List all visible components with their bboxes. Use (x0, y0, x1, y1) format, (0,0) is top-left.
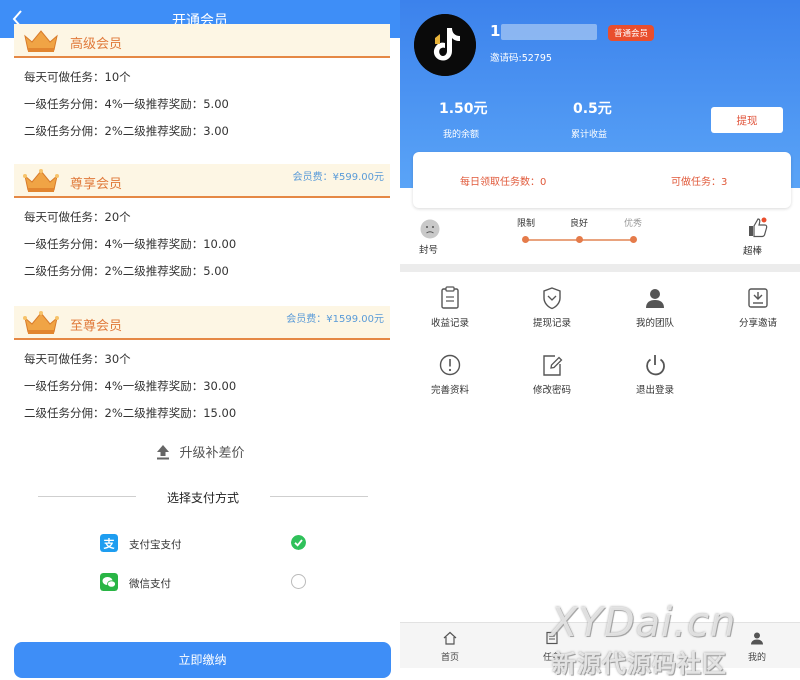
user-center-screen: 1 普通会员 邀请码:52795 1.50元 我的余额 0.5元 累计收益 提现… (400, 0, 800, 680)
tier-fee: 会员费：¥599.00元 (292, 172, 384, 183)
menu-change-password[interactable]: 修改密码 (510, 353, 594, 411)
username-redacted-bar (501, 24, 597, 40)
tier-row: 一级任务分佣：4%一级推荐奖励：5.00 (24, 97, 229, 111)
level-high-label: 超棒 (743, 246, 763, 257)
menu-label: 修改密码 (532, 385, 571, 396)
tab-mine[interactable]: 我的 (727, 631, 787, 663)
level-dot (576, 236, 583, 243)
tab-label: 我的 (747, 653, 766, 663)
balance-value: 1.50元 (439, 101, 488, 117)
menu-label: 提现记录 (532, 318, 571, 329)
wechat-icon (100, 573, 118, 591)
bottom-tab-bar: 首页 任务 我的 (400, 622, 800, 668)
avatar[interactable] (414, 14, 476, 76)
tab-home[interactable]: 首页 (420, 631, 480, 663)
menu-label: 收益记录 (430, 318, 469, 329)
tier-row: 每天可做任务：20个 (24, 210, 131, 224)
pay-option-label: 微信支付 (129, 578, 171, 590)
level-step-label: 限制 (517, 219, 536, 229)
level-step-label: 良好 (570, 219, 589, 229)
credit-level-bar: 封号 限制 良好 优秀 超棒 (400, 210, 800, 264)
tier-card-senior: 高级会员 每天可做任务：10个 一级任务分佣：4%一级推荐奖励：5.00 二级任… (14, 24, 390, 145)
tier-row: 二级任务分佣：2%二级推荐奖励：3.00 (24, 124, 229, 138)
earnings-value: 0.5元 (573, 101, 612, 117)
upload-icon (157, 444, 170, 459)
tier-name: 尊享会员 (70, 177, 123, 192)
menu-label: 退出登录 (635, 385, 674, 396)
tier-card-premium: 尊享会员 会员费：¥599.00元 每天可做任务：20个 一级任务分佣：4%一级… (14, 164, 390, 285)
daily-task-count: 每日领取任务数：0 (460, 177, 547, 188)
pay-option-label: 支付宝支付 (129, 539, 182, 551)
upgrade-button[interactable]: 升级补差价 (0, 442, 400, 466)
tier-row: 二级任务分佣：2%二级推荐奖励：5.00 (24, 264, 229, 278)
tier-row: 每天可做任务：30个 (24, 352, 131, 366)
username: 1 (490, 22, 501, 40)
home-icon (443, 631, 457, 645)
available-task-count: 可做任务：3 (671, 177, 728, 188)
tier-row: 一级任务分佣：4%一级推荐奖励：30.00 (24, 379, 237, 393)
thumbs-up-icon (749, 217, 768, 238)
pay-method-title: 选择支付方式 (166, 491, 239, 505)
upgrade-label: 升级补差价 (179, 446, 245, 461)
balance-label: 我的余额 (443, 130, 480, 140)
menu-my-team[interactable]: 我的团队 (613, 286, 697, 344)
clipboard-icon (441, 286, 459, 309)
check-circle-icon[interactable] (291, 535, 306, 550)
alipay-icon: 支 (100, 534, 118, 552)
tier-row: 每天可做任务：10个 (24, 70, 131, 84)
task-icon (546, 631, 558, 645)
menu-withdraw-record[interactable]: 提现记录 (510, 286, 594, 344)
sad-face-icon (420, 219, 440, 239)
tier-card-supreme: 至尊会员 会员费：¥1599.00元 每天可做任务：30个 一级任务分佣：4%一… (14, 306, 390, 427)
menu-label: 分享邀请 (738, 318, 777, 329)
user-icon (646, 289, 664, 308)
crown-icon (24, 30, 58, 52)
tiktok-logo-icon (414, 14, 476, 76)
level-dot (630, 236, 637, 243)
svg-text:支: 支 (103, 537, 116, 551)
menu-share-invite[interactable]: 分享邀请 (716, 286, 800, 344)
pay-now-button[interactable]: 立即缴纳 (14, 642, 391, 678)
info-icon (439, 354, 461, 376)
edit-icon (543, 355, 563, 376)
tier-header: 至尊会员 会员费：¥1599.00元 (14, 306, 390, 340)
withdraw-button[interactable]: 提现 (711, 107, 783, 133)
crown-icon (23, 169, 59, 192)
earnings-label: 累计收益 (571, 130, 608, 140)
pay-method-divider: 选择支付方式 (38, 488, 368, 506)
level-dot (522, 236, 529, 243)
share-icon (748, 288, 768, 308)
tab-tasks[interactable]: 任务 (522, 631, 582, 663)
power-icon (646, 355, 665, 376)
tier-row: 二级任务分佣：2%二级推荐奖励：15.00 (24, 406, 237, 420)
tab-label: 任务 (542, 653, 561, 663)
user-icon (751, 632, 763, 645)
section-divider (400, 264, 800, 272)
menu-complete-profile[interactable]: 完善资料 (408, 353, 492, 411)
menu-label: 完善资料 (430, 385, 469, 396)
pay-option-wechat[interactable]: 微信支付 (100, 571, 310, 593)
menu-earnings-record[interactable]: 收益记录 (408, 286, 492, 344)
tier-fee: 会员费：¥1599.00元 (286, 314, 384, 325)
radio-empty-icon[interactable] (291, 574, 306, 589)
invite-code: 邀请码:52795 (490, 53, 552, 64)
tier-row: 一级任务分佣：4%一级推荐奖励：10.00 (24, 237, 237, 251)
level-low-label: 封号 (419, 245, 439, 256)
crown-icon (23, 311, 59, 334)
tier-header: 高级会员 (14, 24, 390, 58)
level-step-label: 优秀 (624, 219, 643, 229)
tab-label: 首页 (440, 653, 459, 663)
menu-label: 我的团队 (635, 318, 674, 329)
task-summary-card: 每日领取任务数：0 可做任务：3 (413, 152, 791, 208)
menu-logout[interactable]: 退出登录 (613, 353, 697, 411)
tier-name: 高级会员 (70, 37, 123, 52)
tier-header: 尊享会员 会员费：¥599.00元 (14, 164, 390, 198)
tier-name: 至尊会员 (70, 319, 123, 334)
pay-option-alipay[interactable]: 支 支付宝支付 (100, 532, 310, 554)
membership-screen: 开通会员 高级会员 每天可做任务：10个 一级任务分佣：4%一级推荐奖励：5.0… (0, 0, 400, 680)
shield-icon (543, 287, 561, 310)
member-level-badge: 普通会员 (608, 25, 655, 41)
